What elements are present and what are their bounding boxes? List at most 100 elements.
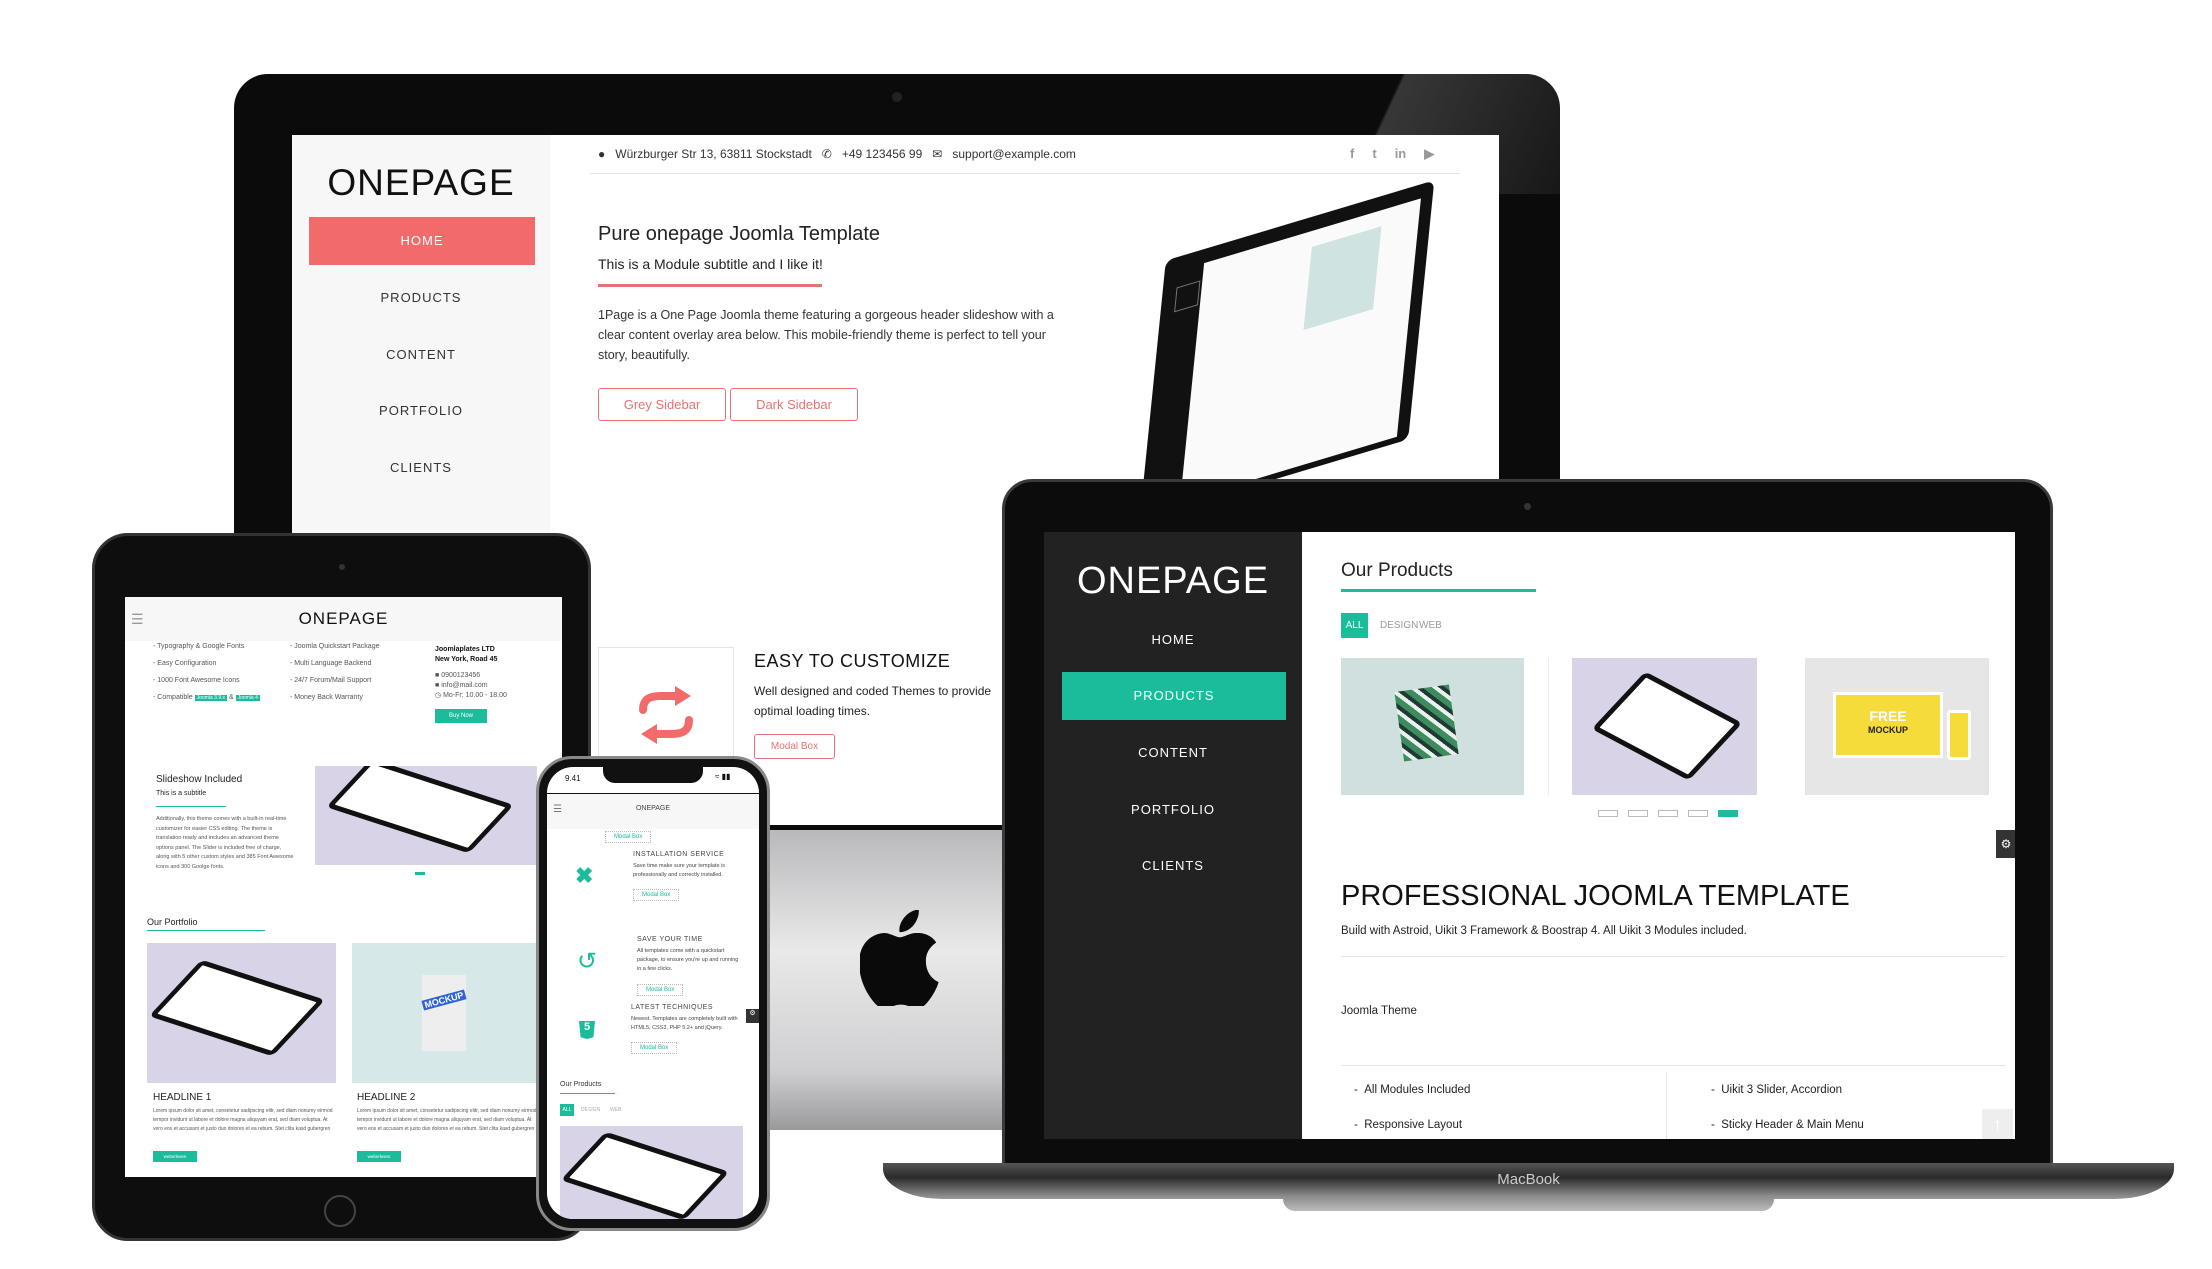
- divider: [1341, 1065, 2006, 1066]
- nav-home[interactable]: HOME: [309, 217, 535, 265]
- mockup-mockup-text: MOCKUP: [1868, 725, 1908, 735]
- phone-screen: 9.41 ≈ ▮▮ ☰ ONEPAGE Modal Box ✖ INSTALLA…: [547, 767, 759, 1219]
- hero-subtitle: This is a Module subtitle and I like it!: [598, 256, 823, 272]
- filter-all[interactable]: ALL: [1341, 613, 1368, 638]
- read-more-button[interactable]: weiterlesen: [357, 1151, 401, 1162]
- slider-dot[interactable]: [1688, 810, 1708, 817]
- mail-icon: ✉: [932, 147, 943, 161]
- site-logo[interactable]: ONEPAGE: [125, 609, 562, 629]
- modal-box-button[interactable]: Modal Box: [633, 889, 680, 901]
- twitter-icon[interactable]: t: [1372, 146, 1376, 162]
- contact-info: Joomlaplates LTD New York, Road 45 ■ 090…: [435, 646, 507, 699]
- nav-clients[interactable]: CLIENTS: [1044, 858, 1302, 873]
- title-underline: [156, 806, 226, 807]
- section-subtitle: Build with Astroid, Uikit 3 Framework & …: [1341, 925, 1747, 937]
- feature-text: Well designed and coded Themes to provid…: [754, 684, 992, 718]
- nav-portfolio[interactable]: PORTFOLIO: [1044, 802, 1302, 817]
- phone-header: ☰ ONEPAGE: [547, 793, 759, 829]
- portfolio-image-2[interactable]: MOCKUP: [352, 943, 536, 1083]
- list-item: - All Modules Included: [1354, 1084, 1471, 1096]
- nav-content[interactable]: CONTENT: [1044, 745, 1302, 760]
- nav-content[interactable]: CONTENT: [292, 347, 550, 362]
- site-logo[interactable]: ONEPAGE: [292, 162, 550, 204]
- title-underline: [1341, 589, 1536, 592]
- facebook-icon[interactable]: f: [1350, 146, 1354, 162]
- filter-all[interactable]: ALL: [560, 1104, 574, 1116]
- slider-dot[interactable]: [1628, 810, 1648, 817]
- wifi-battery-icon: ≈ ▮▮: [715, 772, 731, 781]
- section-title: PROFESSIONAL JOOMLA TEMPLATE: [1341, 880, 1850, 912]
- joomla-icon: ✖: [575, 863, 594, 888]
- contact-bar: ● Würzburger Str 13, 63811 Stockstadt ✆ +4…: [598, 147, 1076, 161]
- nav-clients[interactable]: CLIENTS: [292, 460, 550, 475]
- settings-gear-icon[interactable]: ⚙: [1996, 830, 2015, 858]
- feature-card: [598, 647, 734, 757]
- list-item: - Sticky Header & Main Menu: [1711, 1119, 1864, 1131]
- tablet-home-button[interactable]: [324, 1195, 356, 1227]
- buy-now-button[interactable]: Buy Now: [435, 709, 487, 723]
- slider-dot-active[interactable]: [415, 872, 425, 875]
- modal-box-button[interactable]: Modal Box: [637, 984, 684, 996]
- site-logo[interactable]: ONEPAGE: [547, 805, 759, 812]
- back-to-top-button[interactable]: ↑: [1982, 1109, 2013, 1139]
- nav-home[interactable]: HOME: [1044, 632, 1302, 647]
- read-more-button[interactable]: weiterlesen: [153, 1151, 197, 1162]
- list-item: - Responsive Layout: [1354, 1119, 1463, 1131]
- status-time: 9.41: [565, 774, 581, 783]
- slider-dots: [1598, 810, 1738, 817]
- portfolio-image-1[interactable]: [147, 943, 336, 1083]
- social-links: f t in ▶: [1350, 146, 1434, 162]
- laptop-hinge: [1283, 1195, 1774, 1211]
- modal-box-button[interactable]: Modal Box: [631, 1042, 678, 1054]
- modal-box-button[interactable]: Modal Box: [754, 734, 835, 759]
- divider: [1666, 1072, 1667, 1139]
- feature-title: EASY TO CUSTOMIZE: [754, 651, 951, 671]
- linkedin-icon[interactable]: in: [1395, 146, 1407, 162]
- modal-box-button[interactable]: Modal Box: [605, 831, 652, 843]
- hero-text: 1Page is a One Page Joomla theme featuri…: [598, 308, 1054, 362]
- phone-notch: [603, 767, 703, 783]
- site-logo[interactable]: ONEPAGE: [1044, 560, 1302, 603]
- nav-portfolio[interactable]: PORTFOLIO: [292, 403, 550, 418]
- laptop-screen: ONEPAGE HOME PRODUCTS CONTENT PORTFOLIO …: [1044, 532, 2015, 1139]
- filter-web[interactable]: WEB: [610, 1107, 621, 1113]
- imac-camera: [892, 92, 902, 102]
- badge: Joomla 3.9.x: [194, 695, 228, 701]
- laptop-base: MacBook: [883, 1163, 2174, 1199]
- portfolio-headline: HEADLINE 2: [357, 1092, 416, 1103]
- nav-products[interactable]: PRODUCTS: [1062, 672, 1286, 720]
- divider: [590, 173, 1460, 174]
- hero-title: Pure onepage Joomla Template: [598, 223, 881, 245]
- mockup-letters: MOCKUP: [421, 989, 467, 1011]
- history-icon: ↺: [577, 948, 598, 975]
- youtube-icon[interactable]: ▶: [1424, 146, 1434, 162]
- slider-dot[interactable]: [1598, 810, 1618, 817]
- feature-text: Newest. Templates are completely built w…: [631, 1016, 738, 1031]
- filter-design[interactable]: DESIGN: [1380, 620, 1418, 631]
- dark-sidebar-button[interactable]: Dark Sidebar: [730, 388, 858, 421]
- slider-dot-active[interactable]: [1718, 810, 1738, 817]
- email[interactable]: support@example.com: [952, 147, 1076, 161]
- slider-dot[interactable]: [1658, 810, 1678, 817]
- slideshow-image[interactable]: [315, 766, 537, 865]
- product-image-tablet[interactable]: [560, 1126, 743, 1219]
- nav-products[interactable]: PRODUCTS: [292, 290, 550, 305]
- product-image-stationery[interactable]: [1341, 658, 1524, 795]
- portfolio-title: Our Portfolio: [147, 917, 198, 927]
- settings-gear-icon[interactable]: ⚙: [746, 1009, 759, 1023]
- filter-web[interactable]: WEB: [1419, 620, 1442, 631]
- tablet-header: ☰ ONEPAGE: [125, 597, 562, 641]
- filter-design[interactable]: DESIGN: [581, 1107, 600, 1113]
- feature-title: SAVE YOUR TIME: [637, 936, 703, 943]
- feature-text: Save time make sure your template is pro…: [633, 863, 726, 878]
- feature-title: LATEST TECHNIQUES: [631, 1004, 714, 1011]
- portfolio-text: Lorem ipsum dolor sit amet, consetetur s…: [153, 1108, 333, 1132]
- divider: [1341, 956, 2006, 957]
- product-image-tablet[interactable]: [1572, 658, 1757, 795]
- phone[interactable]: +49 123456 99: [842, 147, 922, 161]
- feature-list-2: - Joomla Quickstart Package - Multi Lang…: [290, 643, 380, 701]
- grey-sidebar-button[interactable]: Grey Sidebar: [598, 388, 726, 421]
- laptop-brand: MacBook: [1497, 1171, 1560, 1188]
- apple-logo-icon: [860, 910, 939, 1006]
- product-image-free-mockup[interactable]: FREE MOCKUP: [1805, 658, 1989, 795]
